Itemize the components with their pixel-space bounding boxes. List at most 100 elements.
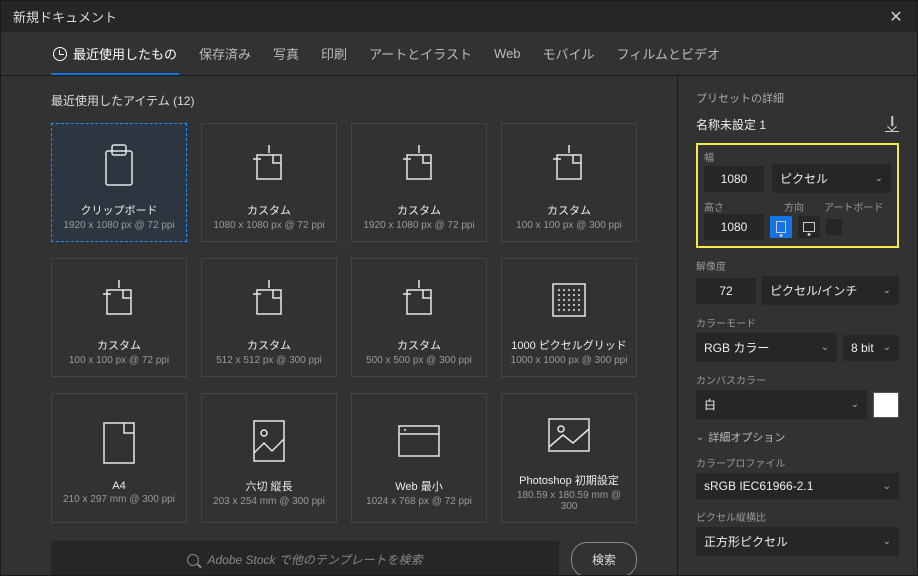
width-input[interactable] (704, 166, 764, 192)
orientation-portrait[interactable] (770, 216, 792, 238)
preset-item[interactable]: カスタム1080 x 1080 px @ 72 ppi (201, 123, 337, 242)
chevron-down-icon: ⌄ (883, 536, 891, 547)
preset-label: カスタム (547, 202, 591, 218)
preset-icon (397, 138, 441, 192)
preset-meta: 512 x 512 px @ 300 ppi (216, 355, 322, 366)
background-label: カンバスカラー (696, 372, 899, 387)
unit-select[interactable]: ピクセル⌄ (772, 164, 891, 193)
preset-meta: 1000 x 1000 px @ 300 ppi (511, 355, 628, 366)
preset-grid: クリップボード 1920 x 1080 px @ 72 ppi カスタム1080 x… (51, 123, 637, 523)
height-input[interactable] (704, 214, 764, 240)
preset-label: Photoshop 初期設定 (519, 472, 619, 488)
chevron-down-icon: ⌄ (883, 342, 891, 353)
chevron-down-icon: ⌄ (883, 285, 891, 296)
search-bar: Adobe Stock で他のテンプレートを検索 検索 (51, 541, 637, 575)
preset-label: カスタム (97, 337, 141, 353)
tab-art[interactable]: アートとイラスト (367, 32, 474, 75)
preset-icon (549, 273, 589, 327)
landscape-icon (803, 222, 815, 232)
preset-icon (252, 414, 286, 468)
search-input[interactable]: Adobe Stock で他のテンプレートを検索 (51, 541, 559, 575)
preset-icon (247, 138, 291, 192)
resolution-unit-select[interactable]: ピクセル/インチ⌄ (762, 276, 899, 305)
preset-meta: 210 x 297 mm @ 300 ppi (63, 494, 175, 505)
preset-icon (547, 408, 591, 462)
preset-icon (98, 138, 140, 192)
preset-item[interactable]: Photoshop 初期設定180.59 x 180.59 mm @ 300 (501, 393, 637, 523)
artboard-checkbox[interactable] (826, 219, 842, 235)
tab-saved[interactable]: 保存済み (197, 32, 253, 75)
preset-meta: 500 x 500 px @ 300 ppi (366, 355, 472, 366)
preset-label: カスタム (247, 337, 291, 353)
preset-meta: 1920 x 1080 px @ 72 ppi (363, 220, 474, 231)
preset-meta: 203 x 254 mm @ 300 ppi (213, 496, 325, 507)
resolution-input[interactable] (696, 278, 756, 304)
details-heading: プリセットの詳細 (696, 90, 899, 106)
preset-item[interactable]: 1000 ピクセルグリッド 1000 x 1000 px @ 300 ppi (501, 258, 637, 377)
preset-item[interactable]: 六切 縦長203 x 254 mm @ 300 ppi (201, 393, 337, 523)
chevron-down-icon: ⌄ (875, 173, 883, 184)
preset-item[interactable]: Web 最小 1024 x 768 px @ 72 ppi (351, 393, 487, 523)
background-select[interactable]: 白⌄ (696, 390, 867, 419)
preset-meta: 100 x 100 px @ 300 ppi (516, 220, 622, 231)
color-mode-label: カラーモード (696, 315, 899, 330)
dimensions-highlight: 幅 ピクセル⌄ 高さ 方向 アートボード (696, 143, 899, 248)
preset-label: 1000 ピクセルグリッド (511, 337, 627, 353)
close-icon[interactable]: ✕ (887, 8, 905, 26)
preset-meta: 1024 x 768 px @ 72 ppi (366, 496, 472, 507)
preset-item[interactable]: カスタム 100 x 100 px @ 72 ppi (51, 258, 187, 377)
preset-item[interactable]: A4 210 x 297 mm @ 300 ppi (51, 393, 187, 523)
clock-icon (53, 47, 67, 61)
chevron-down-icon: ⌄ (883, 481, 891, 492)
preset-item[interactable]: クリップボード 1920 x 1080 px @ 72 ppi (51, 123, 187, 242)
footer-buttons: 作成 閉じる (696, 566, 899, 575)
search-button[interactable]: 検索 (571, 542, 637, 575)
preset-label: A4 (112, 480, 125, 492)
preset-meta: 100 x 100 px @ 72 ppi (69, 355, 169, 366)
preset-icon (247, 273, 291, 327)
chevron-down-icon: ⌄ (821, 342, 829, 353)
preset-panel: 最近使用したアイテム (12) クリップボード 1920 x 1080 px @ … (1, 76, 677, 575)
artboard-label: アートボード (824, 199, 883, 214)
tab-film[interactable]: フィルムとビデオ (615, 32, 722, 75)
bit-depth-select[interactable]: 8 bit⌄ (843, 335, 899, 361)
orientation-landscape[interactable] (798, 216, 820, 238)
preset-meta: 1920 x 1080 px @ 72 ppi (63, 220, 174, 231)
color-mode-select[interactable]: RGB カラー⌄ (696, 333, 837, 362)
background-swatch[interactable] (873, 392, 899, 418)
tab-print[interactable]: 印刷 (319, 32, 349, 75)
tab-web[interactable]: Web (492, 32, 523, 75)
tab-photo[interactable]: 写真 (271, 32, 301, 75)
preset-label: クリップボード (81, 202, 158, 218)
search-icon (187, 554, 199, 566)
tab-mobile[interactable]: モバイル (541, 32, 597, 75)
width-label: 幅 (704, 149, 891, 164)
preset-label: カスタム (247, 202, 291, 218)
advanced-options-toggle[interactable]: ⌄詳細オプション (696, 429, 899, 445)
preset-icon (97, 273, 141, 327)
recent-heading: 最近使用したアイテム (12) (51, 92, 637, 109)
preset-item[interactable]: カスタム 1920 x 1080 px @ 72 ppi (351, 123, 487, 242)
preset-icon (102, 416, 136, 470)
preset-name[interactable]: 名称未設定 1 (696, 116, 766, 133)
preset-item[interactable]: カスタム 512 x 512 px @ 300 ppi (201, 258, 337, 377)
pixel-aspect-select[interactable]: 正方形ピクセル⌄ (696, 527, 899, 556)
height-label: 高さ (704, 199, 764, 214)
tab-recent[interactable]: 最近使用したもの (51, 32, 179, 75)
color-profile-label: カラープロファイル (696, 455, 899, 470)
preset-item[interactable]: カスタム 100 x 100 px @ 300 ppi (501, 123, 637, 242)
preset-label: Web 最小 (395, 478, 442, 494)
preset-label: カスタム (397, 202, 441, 218)
preset-icon (547, 138, 591, 192)
preset-label: カスタム (397, 337, 441, 353)
new-document-dialog: 新規ドキュメント ✕ 最近使用したもの 保存済み 写真 印刷 アートとイラスト … (0, 0, 918, 576)
save-preset-icon[interactable] (885, 118, 899, 132)
preset-item[interactable]: カスタム 500 x 500 px @ 300 ppi (351, 258, 487, 377)
preset-icon (397, 414, 441, 468)
dialog-title: 新規ドキュメント (13, 7, 117, 26)
chevron-down-icon: ⌄ (696, 432, 704, 443)
preset-icon (397, 273, 441, 327)
titlebar: 新規ドキュメント ✕ (1, 1, 917, 32)
color-profile-select[interactable]: sRGB IEC61966-2.1⌄ (696, 473, 899, 499)
chevron-down-icon: ⌄ (851, 399, 859, 410)
